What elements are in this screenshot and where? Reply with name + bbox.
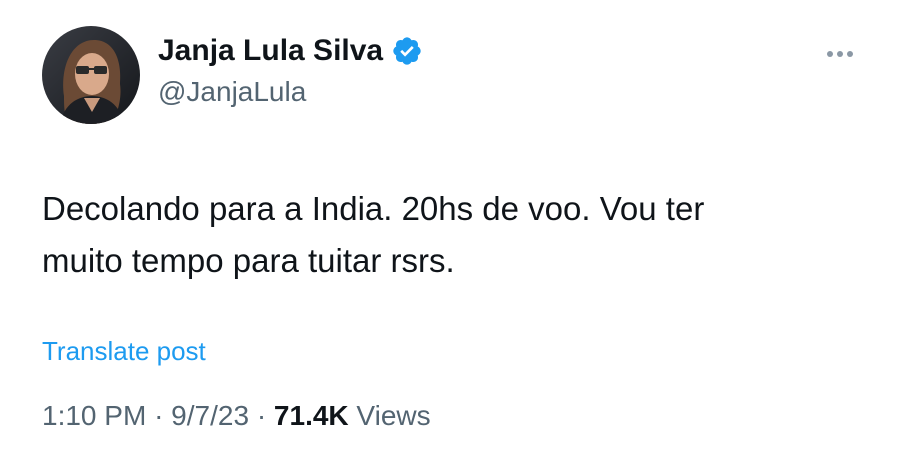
author-handle[interactable]: @JanjaLula <box>158 76 423 108</box>
post-text-line: Decolando para a India. 20hs de voo. Vou… <box>42 190 705 227</box>
views-count[interactable]: 71.4K <box>274 400 349 431</box>
separator: · <box>256 400 267 431</box>
tweet-card: Janja Lula Silva @JanjaLula Decolando pa… <box>0 0 900 457</box>
post-date[interactable]: 9/7/23 <box>171 400 249 431</box>
author-avatar[interactable] <box>42 26 140 124</box>
translate-post-link[interactable]: Translate post <box>42 336 206 367</box>
dot <box>827 51 833 57</box>
name-row: Janja Lula Silva <box>158 34 423 68</box>
dot <box>837 51 843 57</box>
author-display-name[interactable]: Janja Lula Silva <box>158 34 383 68</box>
more-options-icon[interactable] <box>820 42 860 66</box>
post-meta: 1:10 PM · 9/7/23 · 71.4K Views <box>42 400 431 432</box>
dot <box>847 51 853 57</box>
views-label[interactable]: Views <box>356 400 430 431</box>
avatar-photo <box>42 26 140 124</box>
author-info: Janja Lula Silva @JanjaLula <box>158 34 423 108</box>
post-time[interactable]: 1:10 PM <box>42 400 146 431</box>
post-text: Decolando para a India. 20hs de voo. Vou… <box>42 183 862 287</box>
verified-badge-icon[interactable] <box>391 35 423 67</box>
post-text-line: muito tempo para tuitar rsrs. <box>42 242 455 279</box>
separator: · <box>154 400 164 431</box>
